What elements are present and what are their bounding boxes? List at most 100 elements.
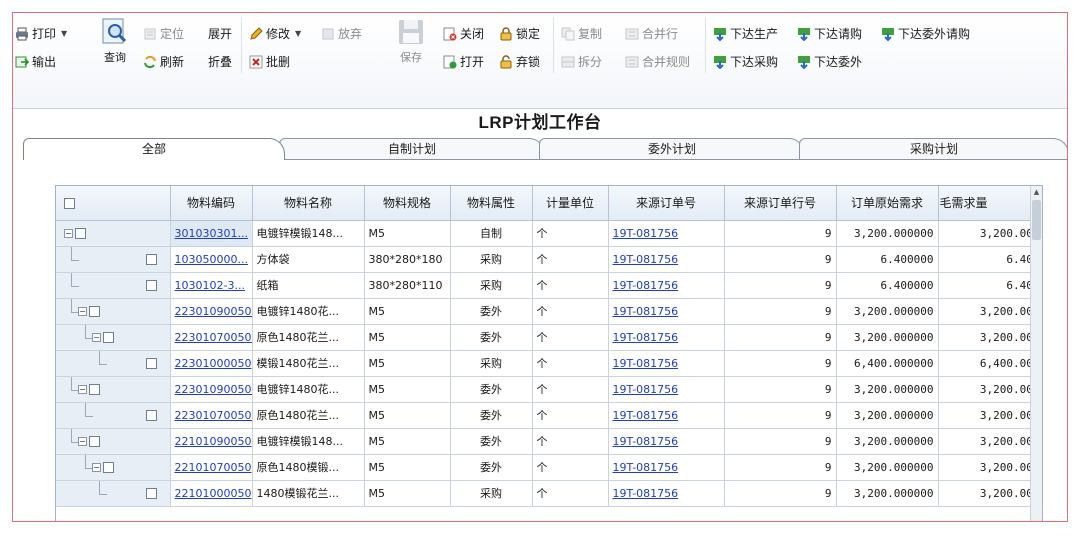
source-order-link[interactable]: 19T-081756 (613, 487, 679, 500)
row-checkbox[interactable] (89, 383, 100, 395)
collapse-button[interactable]: 折叠 (208, 53, 232, 70)
column-header[interactable]: 来源订单行号 (724, 186, 837, 221)
expand-button[interactable]: 展开 (208, 25, 232, 42)
modify-button[interactable]: 修改 ▼ (249, 25, 301, 42)
column-header[interactable]: 来源订单号 (608, 186, 725, 221)
tab-outsource[interactable]: 委外计划 (539, 138, 805, 160)
collapse-node-icon[interactable]: − (78, 384, 87, 394)
material-code-link[interactable]: 301030301... (175, 227, 248, 240)
column-header[interactable]: 物料名称 (252, 186, 365, 221)
locate-button[interactable]: 定位 (143, 25, 184, 42)
merge-rows-button[interactable]: 合并行 (625, 25, 678, 42)
material-code-link[interactable]: 22101000050 (175, 487, 252, 500)
material-code-link[interactable]: 22301070050L (175, 331, 252, 344)
material-code-link[interactable]: 22301000050 (175, 357, 252, 370)
issue-purchase-request-button[interactable]: 下达请购 (797, 25, 862, 42)
material-code-link[interactable]: 1030102-3... (175, 279, 245, 292)
source-order-link[interactable]: 19T-081756 (613, 279, 679, 292)
discard-button[interactable]: 放弃 (321, 25, 362, 42)
cell-name: 方体袋 (252, 246, 365, 273)
refresh-label: 刷新 (160, 55, 185, 69)
vertical-scrollbar[interactable]: ▲ (1030, 186, 1042, 521)
source-order-link[interactable]: 19T-081756 (613, 305, 679, 318)
material-code-link[interactable]: 22101070050 (175, 461, 252, 474)
column-header[interactable]: 物料规格 (364, 186, 451, 221)
material-code-link[interactable]: 22301070050R (175, 409, 252, 422)
collapse-node-icon[interactable]: − (92, 462, 101, 472)
source-order-link[interactable]: 19T-081756 (613, 461, 679, 474)
source-order-link[interactable]: 19T-081756 (613, 409, 679, 422)
row-checkbox[interactable] (103, 331, 114, 343)
table-row[interactable]: 22301000050 模锻1480花兰... M5 采购个 19T-081756 9 6,… (56, 350, 1042, 377)
table-row[interactable]: 22301070050R 原色1480花兰... M5 委外个 19T-081756 9 3… (56, 402, 1042, 429)
source-order-link[interactable]: 19T-081756 (613, 253, 679, 266)
material-code-link[interactable]: 22101090050 (175, 435, 252, 448)
material-code-link[interactable]: 103050000... (175, 253, 248, 266)
row-checkbox[interactable] (89, 435, 100, 447)
table-row[interactable]: 1030102-3... 纸箱 380*280*110 采购个 19T-081756 9 6… (56, 272, 1042, 299)
table-row[interactable]: − 22301090050R 电镀锌1480花... M5 委外个 19T-081756 9… (56, 376, 1042, 403)
column-header[interactable]: 计量单位 (532, 186, 609, 221)
open-button[interactable]: 打开 (443, 53, 484, 70)
table-row[interactable]: 103050000... 方体袋 380*280*180 采购个 19T-081756 9… (56, 246, 1042, 273)
table-row[interactable]: 22101000050 1480模锻花兰... M5 采购个 19T-081756 9 3,… (56, 480, 1042, 507)
unlock-button[interactable]: 弃锁 (499, 53, 540, 70)
close-button[interactable]: 关闭 (443, 25, 484, 42)
row-checkbox[interactable] (146, 487, 157, 499)
issue-outsource-button[interactable]: 下达委外 (797, 53, 862, 70)
row-checkbox[interactable] (146, 279, 157, 291)
row-checkbox[interactable] (146, 253, 157, 265)
source-order-link[interactable]: 19T-081756 (613, 331, 679, 344)
table-row[interactable]: −22101070050 原色1480模锻... M5 委外个 19T-081756 9 3… (56, 454, 1042, 481)
collapse-node-icon[interactable]: − (92, 332, 101, 342)
table-row[interactable]: −22101090050 电镀锌模锻148... M5 委外个 19T-081756 9 3… (56, 428, 1042, 455)
chevron-down-icon[interactable]: ▼ (61, 29, 67, 38)
cell-attr: 采购 (450, 272, 533, 299)
column-header[interactable]: 物料编码 (170, 186, 253, 221)
batch-delete-button[interactable]: 批删 (249, 53, 290, 70)
save-button[interactable]: 保存 (391, 17, 431, 65)
split-button[interactable]: 拆分 (561, 53, 602, 70)
table-row[interactable]: − 22301090050L 电镀锌1480花... M5 委外个 19T-081756 9… (56, 298, 1042, 325)
column-header[interactable]: 毛需求量 (938, 186, 1042, 221)
collapse-node-icon[interactable]: − (78, 306, 87, 316)
merge-rules-button[interactable]: 合并规则 (625, 53, 690, 70)
issue-outsource-request-button[interactable]: 下达委外请购 (881, 25, 970, 42)
row-checkbox[interactable] (146, 357, 157, 369)
row-checkbox[interactable] (146, 409, 157, 421)
tab-purchase[interactable]: 采购计划 (799, 138, 1067, 160)
row-checkbox[interactable] (75, 227, 86, 239)
select-all-checkbox[interactable] (64, 197, 75, 209)
source-order-link[interactable]: 19T-081756 (613, 357, 679, 370)
refresh-button[interactable]: 刷新 (143, 53, 184, 70)
source-order-link[interactable]: 19T-081756 (613, 435, 679, 448)
tab-all[interactable]: 全部 (23, 138, 285, 160)
print-button[interactable]: 打印 ▼ (15, 25, 67, 42)
cell-name: 电镀锌模锻148... (252, 220, 365, 247)
copy-button[interactable]: 复制 (561, 25, 602, 42)
close-doc-icon (443, 27, 457, 41)
material-code-link[interactable]: 22301090050R (175, 383, 252, 396)
issue-purchase-button[interactable]: 下达采购 (713, 53, 778, 70)
row-checkbox[interactable] (103, 461, 114, 473)
query-button[interactable]: 查询 (97, 17, 133, 65)
column-header[interactable]: 物料属性 (450, 186, 533, 221)
merge-rules-label: 合并规则 (642, 55, 691, 69)
source-order-link[interactable]: 19T-081756 (613, 383, 679, 396)
scrollbar-thumb[interactable] (1032, 200, 1041, 240)
row-checkbox[interactable] (89, 305, 100, 317)
lock-button[interactable]: 锁定 (499, 25, 540, 42)
source-order-link[interactable]: 19T-081756 (613, 227, 679, 240)
export-button[interactable]: 输出 (15, 53, 56, 70)
collapse-node-icon[interactable]: − (64, 228, 73, 238)
collapse-node-icon[interactable]: − (78, 436, 87, 446)
scroll-up-icon[interactable]: ▲ (1031, 186, 1042, 198)
tab-self-made[interactable]: 自制计划 (279, 138, 545, 160)
chevron-down-icon[interactable]: ▼ (295, 29, 301, 38)
column-header[interactable]: 订单原始需求 (836, 186, 939, 221)
material-code-link[interactable]: 22301090050L (175, 305, 252, 318)
table-row[interactable]: − 22301070050L 原色1480花兰... M5 委外个 19T-081756 9… (56, 324, 1042, 351)
cell-gross: 3,200.000 (938, 454, 1042, 481)
issue-production-button[interactable]: 下达生产 (713, 25, 778, 42)
table-row[interactable]: − 301030301... 电镀锌模锻148... M5 自制个 19T-081756 9… (56, 220, 1042, 247)
